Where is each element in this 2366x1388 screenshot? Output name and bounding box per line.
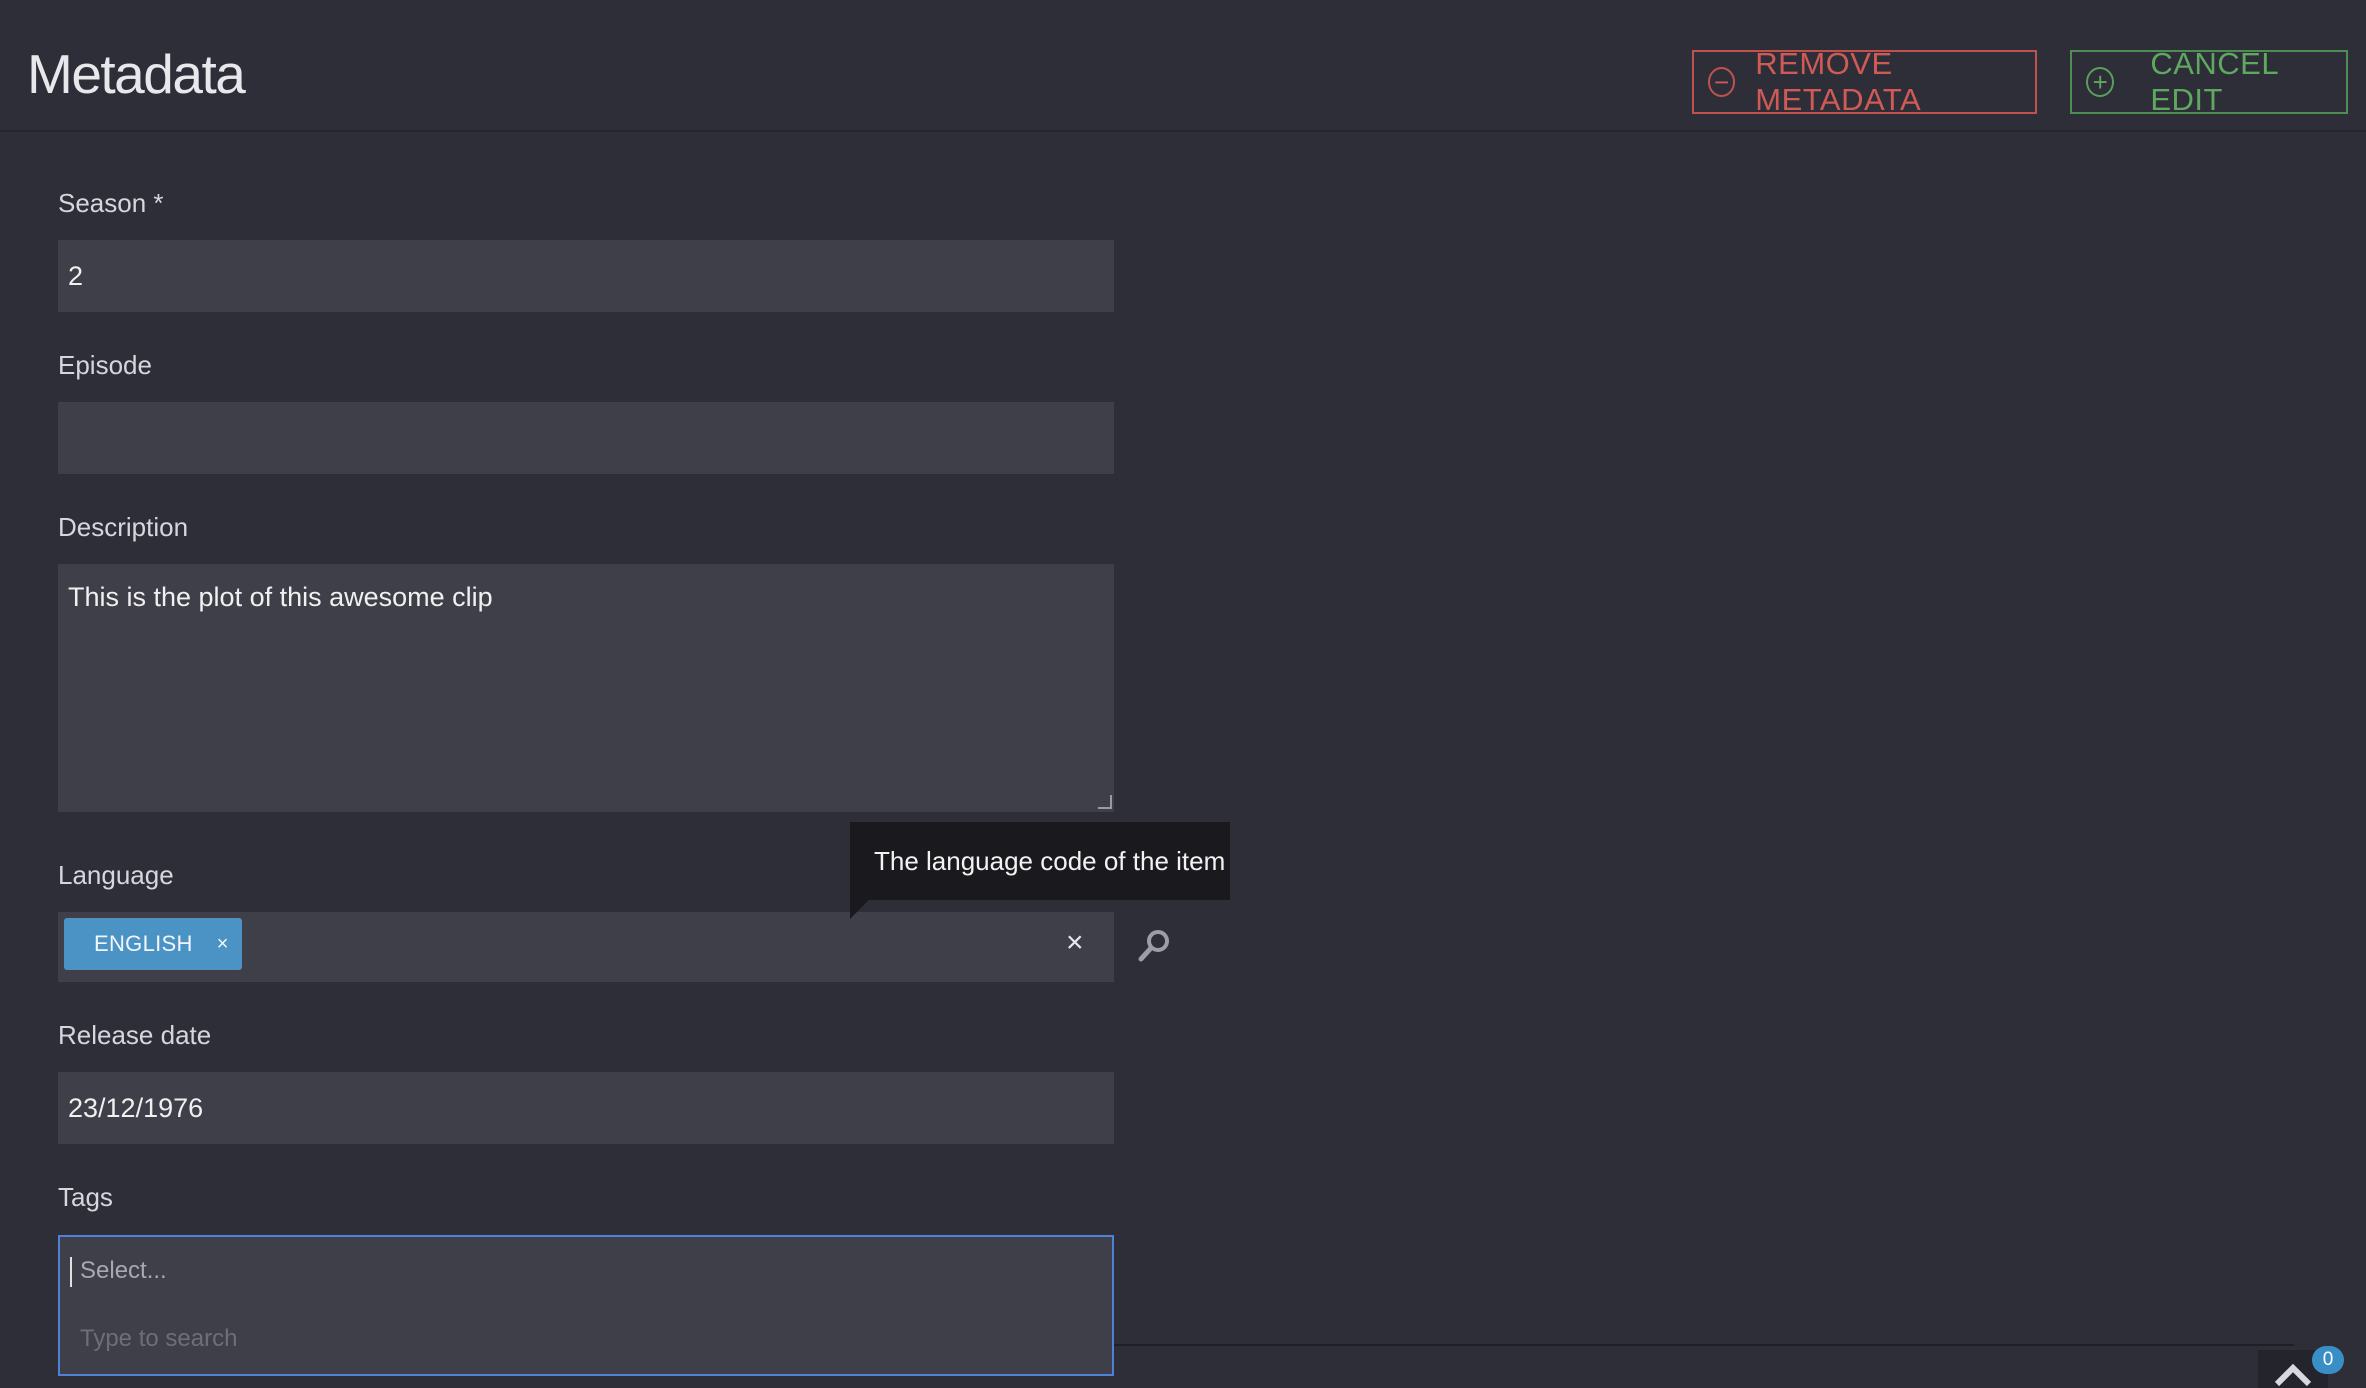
release-date-input[interactable] [58, 1072, 1114, 1144]
chevron-up-icon [2274, 1363, 2312, 1387]
language-tooltip: The language code of the item [850, 822, 1230, 900]
minus-circle-icon: − [1708, 67, 1736, 97]
cancel-edit-label: CANCEL EDIT [2150, 46, 2278, 117]
plus-circle-icon: + [2086, 67, 2115, 97]
season-label: Season * [58, 188, 164, 218]
language-select[interactable]: ENGLISH × [58, 912, 1114, 982]
page-header: Metadata − REMOVE METADATA + CANCEL EDIT [0, 0, 2366, 132]
episode-label: Episode [58, 350, 152, 380]
language-label: Language [58, 860, 174, 890]
chip-remove-icon[interactable]: × [217, 933, 229, 956]
tooltip-text: The language code of the item [874, 845, 1226, 876]
language-chip-label: ENGLISH [94, 931, 193, 956]
cancel-edit-button[interactable]: + CANCEL EDIT [2070, 46, 2348, 117]
clear-language-icon[interactable]: × [1066, 926, 1084, 960]
divider [1114, 1344, 2294, 1346]
season-input[interactable] [58, 240, 1114, 312]
description-textarea[interactable]: This is the plot of this awesome clip [58, 564, 1114, 812]
notification-badge: 0 [2312, 1346, 2344, 1374]
tags-select[interactable]: Type to search [58, 1235, 1114, 1376]
tags-search-hint: Type to search [80, 1325, 238, 1352]
magnifier-icon[interactable] [1136, 928, 1172, 964]
language-chip[interactable]: ENGLISH × [64, 918, 242, 970]
description-label: Description [58, 512, 189, 542]
remove-metadata-label: REMOVE METADATA [1755, 46, 1922, 117]
page-title: Metadata [27, 43, 246, 105]
tags-label: Tags [58, 1182, 113, 1212]
tooltip-arrow [850, 899, 870, 919]
remove-metadata-button[interactable]: − REMOVE METADATA [1692, 46, 2037, 117]
metadata-page: Metadata − REMOVE METADATA + CANCEL EDIT… [0, 0, 2366, 1388]
resize-handle-icon[interactable] [1098, 795, 1112, 809]
tags-input[interactable] [80, 1251, 1080, 1291]
episode-input[interactable] [58, 402, 1114, 474]
text-caret [70, 1257, 72, 1287]
release-date-label: Release date [58, 1020, 212, 1050]
